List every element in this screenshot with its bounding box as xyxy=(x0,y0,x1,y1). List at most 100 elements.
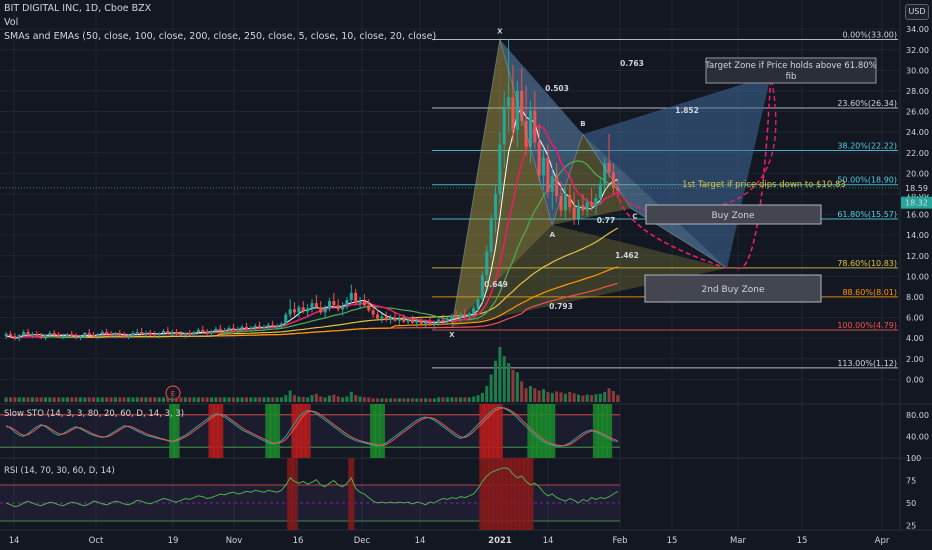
fib-level-label: 23.60%(26.34) xyxy=(837,99,897,108)
volume-bar xyxy=(249,397,253,402)
candle-body xyxy=(327,301,332,309)
volume-bar xyxy=(428,398,432,402)
volume-bar xyxy=(437,397,441,402)
candle-body xyxy=(410,319,415,323)
candle-body xyxy=(43,335,48,338)
volume-bar xyxy=(515,372,519,402)
volume-bar xyxy=(467,397,471,402)
volume-bar xyxy=(109,397,113,402)
volume-bar xyxy=(520,381,524,402)
time-axis-tick: 2021 xyxy=(488,536,512,546)
volume-bar xyxy=(550,392,554,402)
volume-bar xyxy=(389,398,393,402)
candle-body xyxy=(301,307,305,312)
candle-body xyxy=(153,334,157,336)
volume-bar xyxy=(275,397,279,402)
candle-body xyxy=(183,333,187,336)
price-axis-tick: 14.00 xyxy=(906,231,929,240)
volume-bar xyxy=(432,398,436,402)
candle-body xyxy=(341,306,345,310)
volume-bar xyxy=(100,397,104,402)
candle-body xyxy=(542,157,546,176)
volume-bar xyxy=(35,397,39,402)
pattern-point-label: X xyxy=(449,331,455,339)
candle-body xyxy=(550,176,554,192)
sto-highlight-red xyxy=(496,404,503,458)
price-axis-tick: 26.00 xyxy=(906,108,929,117)
volume-bar xyxy=(358,396,362,402)
volume-bar xyxy=(209,397,214,402)
candle-body xyxy=(310,303,314,309)
volume-bar xyxy=(607,388,611,402)
candle-body xyxy=(140,332,144,335)
candle-body xyxy=(122,335,126,338)
volume-bar xyxy=(319,396,323,402)
time-axis-tick: Dec xyxy=(354,536,371,546)
volume-bar xyxy=(223,397,227,402)
candle-body xyxy=(594,198,598,207)
price-axis-tick: 0.00 xyxy=(906,375,924,384)
price-axis-tick: 34.00 xyxy=(906,25,929,34)
candle-body xyxy=(459,314,463,318)
sto-highlight-green xyxy=(606,404,613,458)
candle-body xyxy=(345,300,349,307)
rsi-axis-tick: 50 xyxy=(906,499,916,508)
volume-bar xyxy=(52,397,56,402)
volume-bar xyxy=(424,398,428,402)
candle-body xyxy=(113,333,117,336)
volume-bar xyxy=(113,397,117,402)
volume-bar xyxy=(402,398,406,402)
volume-bar xyxy=(489,374,493,402)
candle-body xyxy=(78,336,82,339)
fib-level-label: 100.00%(4.79) xyxy=(837,321,897,330)
volume-bar xyxy=(611,391,615,402)
candle-body xyxy=(135,332,139,334)
target-zone-text-2: fib xyxy=(786,72,797,82)
candle-body xyxy=(100,332,104,335)
candle-body xyxy=(175,332,179,335)
candle-body xyxy=(358,301,362,304)
sto-axis-tick: 40.00 xyxy=(906,432,929,441)
candle-body xyxy=(537,142,541,176)
volume-bar xyxy=(323,397,327,402)
candle-body xyxy=(380,316,384,319)
target-zone-text: Target Zone if Price holds above 61.80% xyxy=(704,61,877,71)
candle-body xyxy=(48,333,52,336)
candle-body xyxy=(476,299,480,309)
candle-body xyxy=(288,309,292,315)
volume-bar xyxy=(415,398,419,402)
candle-body xyxy=(528,110,532,147)
candle-body xyxy=(87,333,91,336)
earnings-marker-label: E xyxy=(171,390,175,398)
volume-bar xyxy=(524,388,528,402)
candle-body xyxy=(489,219,493,252)
volume-bar xyxy=(349,391,353,402)
fib-level-label: 0.00%(33.00) xyxy=(842,30,897,39)
currency-badge[interactable]: USD xyxy=(905,4,929,20)
volume-bar xyxy=(39,397,43,402)
candle-body xyxy=(231,327,235,330)
candle-body xyxy=(581,205,585,211)
candle-body xyxy=(284,314,288,324)
candle-body xyxy=(118,333,122,336)
sto-highlight-green xyxy=(549,404,556,458)
candle-body xyxy=(402,318,406,322)
price-axis-tick: 32.00 xyxy=(906,46,929,55)
time-axis-tick: Feb xyxy=(612,536,627,546)
candle-body xyxy=(227,327,231,330)
candle-body xyxy=(96,334,100,337)
volume-bar xyxy=(310,395,314,402)
candle-body xyxy=(244,326,248,329)
candle-body xyxy=(502,106,506,145)
candle-body xyxy=(424,321,428,324)
second-buy-zone-text: 2nd Buy Zone xyxy=(702,285,765,295)
volume-bar xyxy=(166,397,170,402)
candle-body xyxy=(188,333,192,335)
candle-body xyxy=(323,308,327,313)
candle-body xyxy=(485,251,489,276)
volume-bar xyxy=(61,397,65,402)
ratio-label: 1.852 xyxy=(675,106,699,115)
volume-bar xyxy=(598,393,602,402)
candle-body xyxy=(279,323,283,326)
volume-bar xyxy=(96,397,100,402)
